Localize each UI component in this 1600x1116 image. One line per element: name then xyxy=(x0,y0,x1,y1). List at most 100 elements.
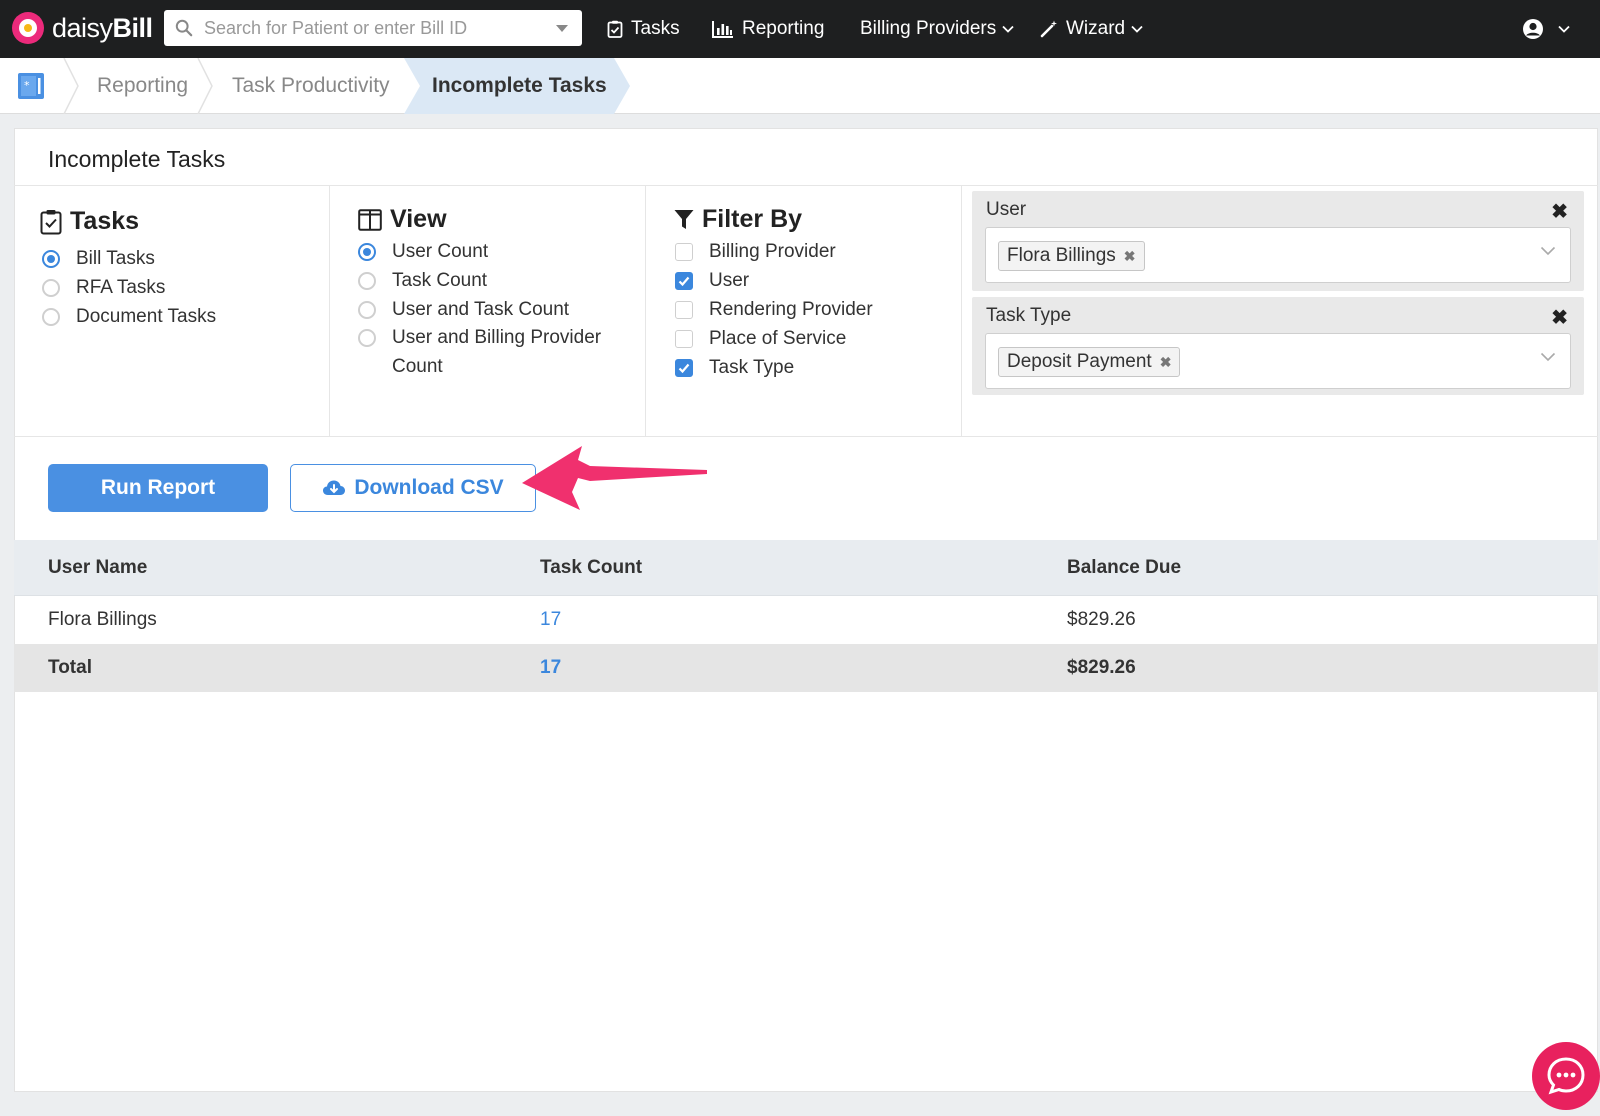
radio-user-count[interactable]: User Count xyxy=(358,241,488,263)
checkbox-unchecked[interactable] xyxy=(675,330,693,348)
radio-unselected[interactable] xyxy=(358,301,376,319)
radio-rfa-tasks[interactable]: RFA Tasks xyxy=(42,277,165,299)
svg-text:*: * xyxy=(24,79,30,92)
cell-task-count-link[interactable]: 17 xyxy=(540,596,561,644)
chevron-down-icon[interactable] xyxy=(1540,246,1556,256)
checkbox-rendering-provider[interactable]: Rendering Provider xyxy=(675,299,873,321)
radio-bill-tasks[interactable]: Bill Tasks xyxy=(42,248,155,270)
total-label: Total xyxy=(48,657,92,678)
column-header-user-name[interactable]: User Name xyxy=(48,540,147,596)
breadcrumb: * Reporting Task Productivity Incomplete… xyxy=(0,58,1600,114)
nav-tasks[interactable]: Tasks xyxy=(607,0,680,58)
radio-document-tasks[interactable]: Document Tasks xyxy=(42,306,216,328)
checkbox-label: Billing Provider xyxy=(709,241,836,262)
nav-reporting[interactable]: Reporting xyxy=(712,0,824,58)
chevron-down-icon xyxy=(1131,25,1143,33)
checkbox-checked[interactable] xyxy=(675,359,693,377)
filter-icon xyxy=(674,209,694,229)
checkbox-label: Place of Service xyxy=(709,328,847,349)
view-heading: View xyxy=(358,205,447,234)
checkbox-label: User xyxy=(709,270,750,291)
radio-label: Document Tasks xyxy=(76,306,217,327)
daisy-logo-icon xyxy=(12,12,44,44)
radio-unselected[interactable] xyxy=(358,329,376,347)
breadcrumb-task-productivity[interactable]: Task Productivity xyxy=(232,58,390,114)
filter-by-heading: Filter By xyxy=(674,205,802,234)
radio-selected[interactable] xyxy=(358,243,376,261)
radio-unselected[interactable] xyxy=(42,279,60,297)
nav-reporting-label: Reporting xyxy=(742,18,825,39)
checkbox-checked[interactable] xyxy=(675,272,693,290)
total-task-count-link[interactable]: 17 xyxy=(540,644,561,692)
column-header-balance-due[interactable]: Balance Due xyxy=(1067,540,1181,596)
column-header-task-count[interactable]: Task Count xyxy=(540,540,642,596)
view-heading-label: View xyxy=(390,205,447,233)
download-csv-label: Download CSV xyxy=(354,476,504,499)
checkbox-user[interactable]: User xyxy=(675,270,749,292)
chevron-down-icon xyxy=(1558,25,1570,33)
nav-billing-providers-label: Billing Providers xyxy=(860,18,997,39)
nav-tasks-label: Tasks xyxy=(631,18,680,39)
breadcrumb-reporting[interactable]: Reporting xyxy=(97,58,188,114)
remove-user-filter-icon[interactable]: ✖ xyxy=(1551,199,1568,224)
search-icon xyxy=(164,19,204,37)
run-report-button[interactable]: Run Report xyxy=(48,464,268,512)
radio-label: Bill Tasks xyxy=(76,248,155,269)
bar-chart-icon xyxy=(712,21,733,38)
filter-by-heading-label: Filter By xyxy=(702,205,803,233)
clipboard-check-icon xyxy=(607,20,623,38)
chat-bubble-icon xyxy=(1547,1057,1585,1095)
patient-search-input[interactable]: Search for Patient or enter Bill ID xyxy=(164,10,582,46)
checkbox-unchecked[interactable] xyxy=(675,243,693,261)
checkbox-place-of-service[interactable]: Place of Service xyxy=(675,328,846,350)
checkbox-unchecked[interactable] xyxy=(675,301,693,319)
cell-user-name: Flora Billings xyxy=(48,609,157,630)
checkbox-task-type[interactable]: Task Type xyxy=(675,357,794,379)
radio-unselected[interactable] xyxy=(42,308,60,326)
user-account-menu[interactable] xyxy=(1522,0,1570,58)
clipboard-check-icon xyxy=(40,209,62,234)
nav-wizard[interactable]: Wizard xyxy=(1040,0,1143,58)
nav-billing-providers[interactable]: Billing Providers xyxy=(860,0,1014,58)
user-filter-select[interactable]: Flora Billings ✖ xyxy=(985,227,1571,283)
radio-unselected[interactable] xyxy=(358,272,376,290)
tasks-heading-label: Tasks xyxy=(70,207,140,235)
remove-task-type-filter-icon[interactable]: ✖ xyxy=(1551,305,1568,330)
task-type-filter-panel: Task Type ✖ Deposit Payment ✖ xyxy=(972,297,1584,395)
search-placeholder: Search for Patient or enter Bill ID xyxy=(204,17,468,38)
chevron-down-icon xyxy=(1002,25,1014,33)
columns-icon xyxy=(358,208,382,231)
task-type-filter-select[interactable]: Deposit Payment ✖ xyxy=(985,333,1571,389)
chevron-down-icon[interactable] xyxy=(1540,352,1556,362)
tag-label: Deposit Payment xyxy=(1007,351,1152,372)
user-filter-label: User xyxy=(986,199,1027,220)
chat-widget-button[interactable] xyxy=(1532,1042,1600,1110)
table-row: Flora Billings 17 $829.26 xyxy=(14,596,1598,644)
daisybill-logo[interactable]: daisyBill xyxy=(12,10,153,46)
radio-label: User and Billing Provider Count xyxy=(392,327,602,377)
breadcrumb-home[interactable]: * xyxy=(0,58,62,114)
remove-tag-icon[interactable]: ✖ xyxy=(1160,354,1172,371)
tasks-heading: Tasks xyxy=(40,207,139,236)
magic-wand-icon xyxy=(1040,20,1057,38)
radio-user-and-task-count[interactable]: User and Task Count xyxy=(358,299,569,321)
user-filter-tag: Flora Billings ✖ xyxy=(998,241,1145,271)
tag-label: Flora Billings xyxy=(1007,245,1116,266)
radio-task-count[interactable]: Task Count xyxy=(358,270,487,292)
checkbox-label: Rendering Provider xyxy=(709,299,873,320)
radio-label: User Count xyxy=(392,241,489,262)
task-type-filter-label: Task Type xyxy=(986,305,1072,326)
radio-user-and-billing-provider-count[interactable]: User and Billing Provider Count xyxy=(358,323,618,381)
caret-down-icon[interactable] xyxy=(556,24,568,32)
annotation-arrow xyxy=(522,446,707,510)
user-circle-icon xyxy=(1523,19,1543,39)
top-navbar: daisyBill Search for Patient or enter Bi… xyxy=(0,0,1600,58)
radio-label: RFA Tasks xyxy=(76,277,166,298)
radio-selected[interactable] xyxy=(42,250,60,268)
breadcrumb-separator xyxy=(197,58,213,114)
remove-tag-icon[interactable]: ✖ xyxy=(1124,248,1136,265)
checkbox-billing-provider[interactable]: Billing Provider xyxy=(675,241,836,263)
download-csv-button[interactable]: Download CSV xyxy=(290,464,536,512)
divider xyxy=(14,436,1598,437)
breadcrumb-incomplete-tasks: Incomplete Tasks xyxy=(432,74,607,97)
